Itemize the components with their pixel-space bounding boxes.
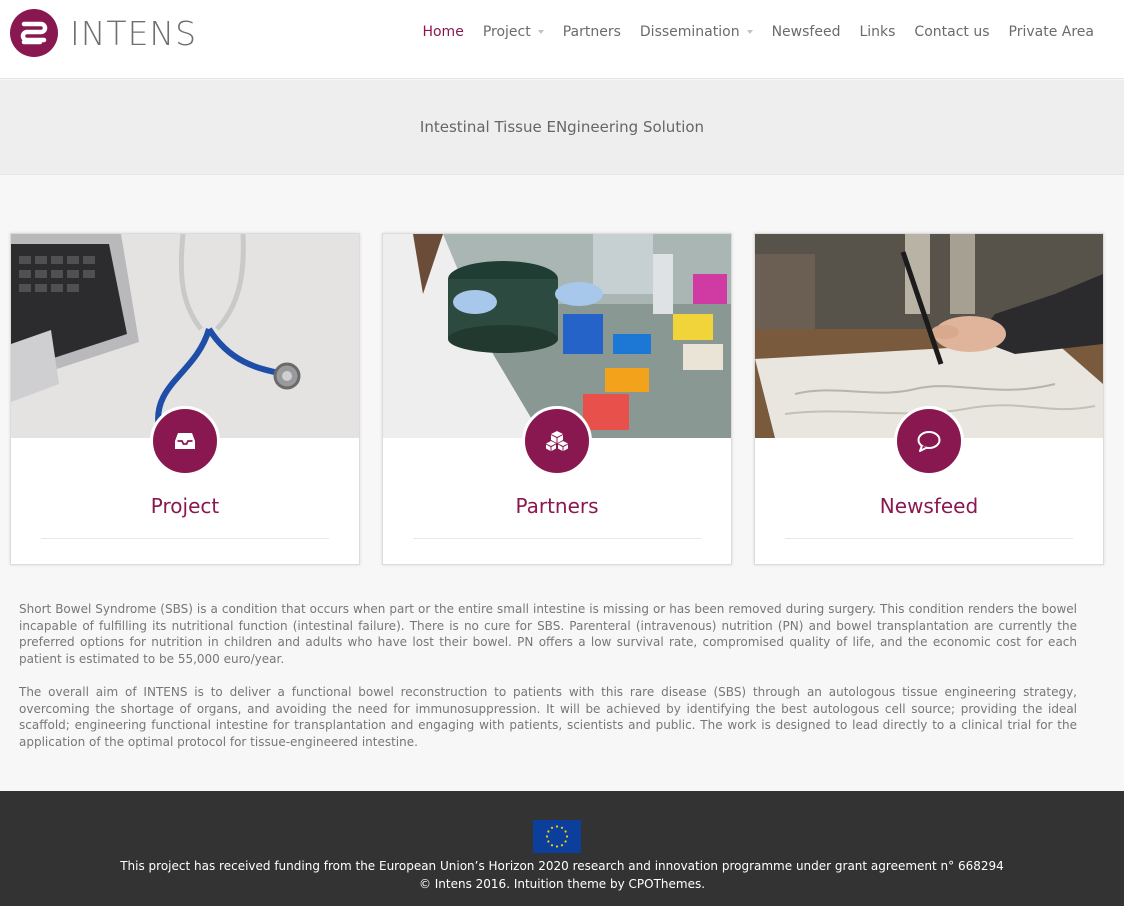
feature-card-newsfeed[interactable]: Newsfeed bbox=[754, 233, 1104, 565]
nav-item-newsfeed[interactable]: Newsfeed bbox=[772, 24, 841, 40]
feature-card-title: Project bbox=[150, 494, 220, 518]
feature-card-partners[interactable]: Partners bbox=[382, 233, 732, 565]
divider bbox=[785, 538, 1073, 539]
feature-card-title: Newsfeed bbox=[879, 494, 979, 518]
inbox-icon bbox=[150, 406, 220, 476]
nav-item-label: Home bbox=[422, 24, 464, 40]
intro-paragraph: Short Bowel Syndrome (SBS) is a conditio… bbox=[19, 602, 1077, 666]
nav-item-private-area[interactable]: Private Area bbox=[1009, 24, 1094, 40]
tagline-banner: Intestinal Tissue ENgineering Solution bbox=[0, 80, 1124, 175]
feature-card-project[interactable]: Project bbox=[10, 233, 360, 565]
main-navigation: Home Project Partners Dissemination News… bbox=[403, 22, 1094, 42]
nav-item-label: Newsfeed bbox=[771, 24, 841, 40]
nav-item-project[interactable]: Project bbox=[483, 24, 544, 40]
nav-item-label: Contact us bbox=[914, 24, 990, 40]
site-logo[interactable]: INTENS bbox=[10, 9, 197, 57]
intro-content: Short Bowel Syndrome (SBS) is a conditio… bbox=[19, 601, 1077, 767]
caret-down-icon bbox=[537, 30, 544, 34]
eu-flag-icon bbox=[533, 820, 581, 853]
divider bbox=[41, 538, 329, 539]
nav-item-links[interactable]: Links bbox=[859, 24, 895, 40]
site-name: INTENS bbox=[70, 13, 198, 53]
nav-item-dissemination[interactable]: Dissemination bbox=[640, 24, 753, 40]
nav-item-label: Links bbox=[859, 24, 896, 40]
site-footer: This project has received funding from t… bbox=[0, 791, 1124, 906]
feature-cards: Project Partners Newsfeed bbox=[0, 233, 1124, 567]
nav-item-contact-us[interactable]: Contact us bbox=[914, 24, 989, 40]
nav-item-home[interactable]: Home bbox=[422, 24, 463, 40]
intestine-logo-icon bbox=[10, 9, 58, 57]
nav-item-label: Partners bbox=[562, 24, 621, 40]
speech-bubble-icon bbox=[894, 406, 964, 476]
nav-item-label: Project bbox=[482, 24, 531, 40]
intro-paragraph: The overall aim of INTENS is to deliver … bbox=[19, 685, 1077, 749]
nav-item-label: Private Area bbox=[1008, 24, 1094, 40]
site-tagline: Intestinal Tissue ENgineering Solution bbox=[419, 118, 705, 136]
caret-down-icon bbox=[746, 30, 753, 34]
funding-notice: This project has received funding from t… bbox=[120, 859, 1004, 873]
site-header: INTENS Home Project Partners Disseminati… bbox=[0, 0, 1124, 79]
nav-item-partners[interactable]: Partners bbox=[563, 24, 621, 40]
feature-card-title: Partners bbox=[515, 494, 599, 518]
copyright-notice: © Intens 2016. Intuition theme by CPOThe… bbox=[418, 877, 706, 891]
divider bbox=[413, 538, 701, 539]
cubes-icon bbox=[522, 406, 592, 476]
nav-item-label: Dissemination bbox=[639, 24, 740, 40]
